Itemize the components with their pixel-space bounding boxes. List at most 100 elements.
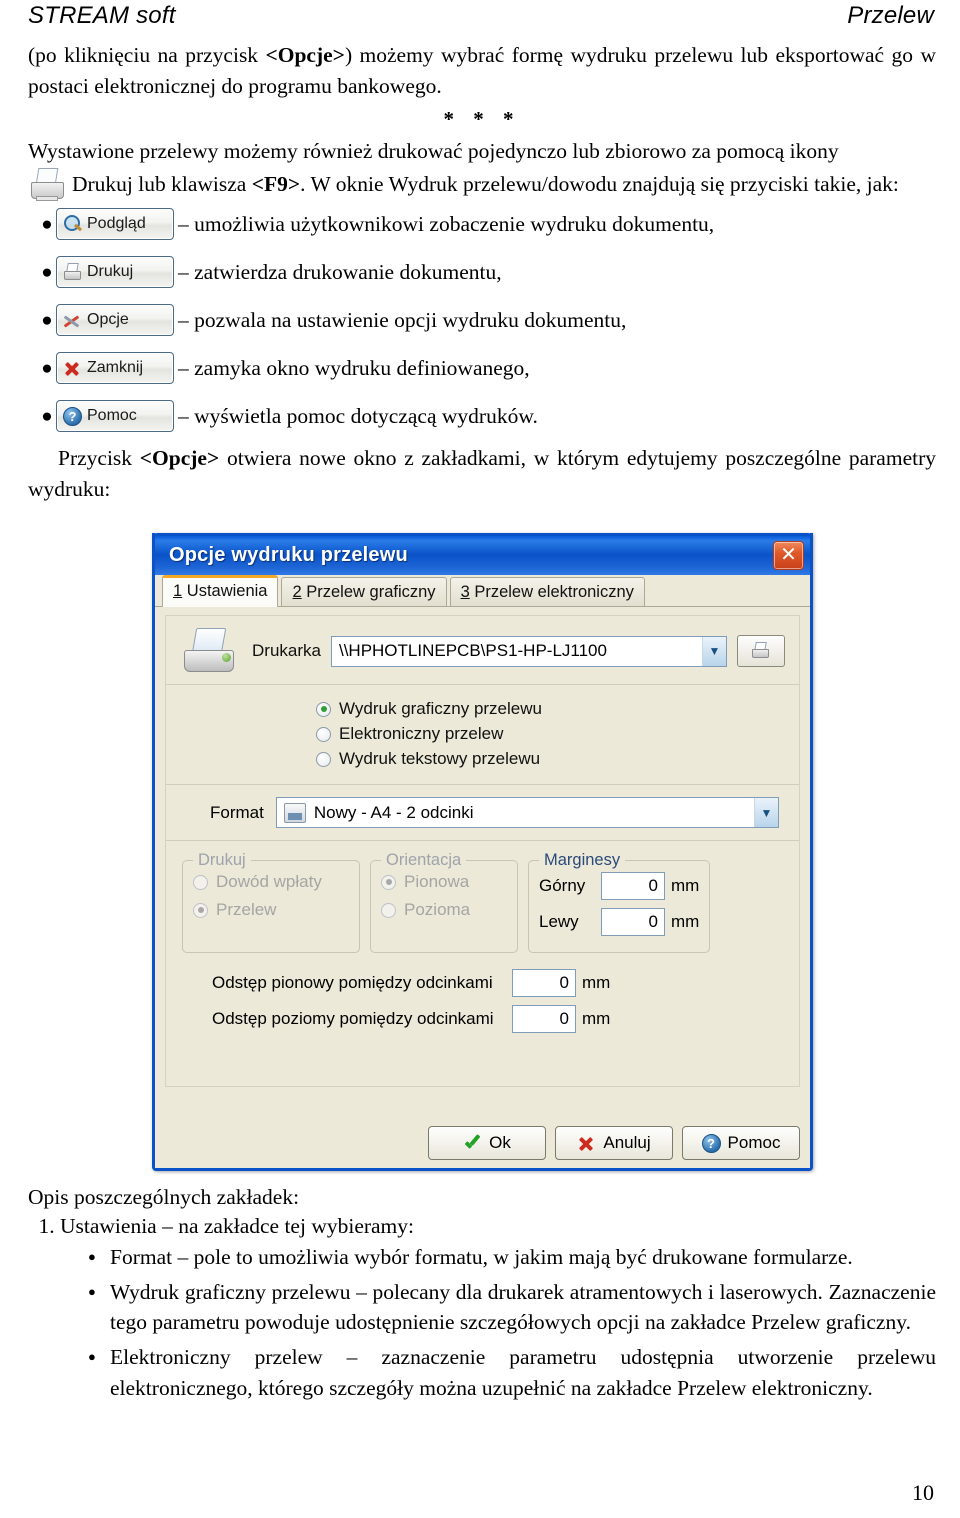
radio-dowod-wplaty-label: Dowód wpłaty [216, 872, 322, 891]
radio-pozioma-label: Pozioma [404, 900, 471, 919]
radio-wydruk-tekstowy[interactable]: Wydruk tekstowy przelewu [316, 749, 799, 769]
dialog-titlebar[interactable]: Opcje wydruku przelewu ✕ [152, 533, 813, 575]
format-document-icon [283, 802, 306, 823]
list-item: Elektroniczny przelew – zaznaczenie para… [88, 1342, 936, 1403]
pomoc-button-label: Pomoc [87, 407, 137, 425]
pomoc-description: – wyświetla pomoc dotyczącą wydruków. [178, 403, 538, 428]
group-orientacja-legend: Orientacja [386, 851, 462, 869]
printer-row: Drukarka \\HPHOTLINEPCB\PS1-HP-LJ1100 ▼ [166, 616, 799, 685]
printer-select-value: \\HPHOTLINEPCB\PS1-HP-LJ1100 [338, 641, 607, 660]
list-item: ● Opcje – pozwala na ustawienie opcji wy… [28, 299, 936, 341]
radio-przelew[interactable]: Przelew [193, 900, 349, 920]
bullet-marker: ● [41, 357, 53, 379]
vertical-spacing-row: Odstęp pionowy pomiędzy odcinkami 0 mm [182, 969, 783, 997]
bullet-marker: ● [41, 405, 53, 427]
pomoc-button[interactable]: ? Pomoc [682, 1126, 800, 1160]
close-icon[interactable]: ✕ [773, 541, 804, 570]
tab-przelew-graficzny[interactable]: 2 Przelew graficzny [281, 577, 447, 606]
format-select[interactable]: Nowy - A4 - 2 odcinki ▼ [275, 797, 779, 828]
document-body: (po kliknięciu na przycisk <Opcje>) może… [28, 40, 936, 505]
printer-settings-button[interactable] [737, 635, 785, 667]
radio-pionowa[interactable]: Pionowa [381, 872, 507, 892]
magnifier-icon [63, 214, 82, 234]
opcje-button-label: Opcje [87, 311, 129, 329]
lower-text-section: Opis poszczególnych zakładek: Ustawienia… [28, 1185, 936, 1408]
opcje-wydruku-dialog: Opcje wydruku przelewu ✕ 1 Ustawienia 2 … [152, 533, 813, 1171]
intro-para1-a: (po kliknięciu na przycisk [28, 43, 266, 67]
zamknij-button-label: Zamknij [87, 359, 144, 377]
ustawienia-item-text: Ustawienia – na zakładce tej wybieramy: [60, 1214, 415, 1238]
chevron-down-icon[interactable]: ▼ [754, 798, 778, 827]
list-item: Ustawienia – na zakładce tej wybieramy: … [60, 1214, 936, 1404]
chevron-down-icon[interactable]: ▼ [702, 636, 726, 666]
radio-wydruk-graficzny[interactable]: Wydruk graficzny przelewu [316, 699, 799, 719]
ok-button-label: Ok [489, 1133, 511, 1152]
pomoc-button[interactable]: ? Pomoc [56, 400, 174, 433]
list-item: ● ? Pomoc – wyświetla pomoc dotyczącą wy… [28, 395, 936, 437]
radio-pozioma[interactable]: Pozioma [381, 900, 507, 920]
radio-indicator [381, 874, 396, 890]
drukuj-button[interactable]: Drukuj [56, 256, 174, 289]
podglad-button[interactable]: Podgląd [56, 208, 174, 241]
help-icon: ? [701, 1133, 721, 1153]
bullet-marker: ● [41, 261, 53, 283]
spacing-settings: Odstęp pionowy pomiędzy odcinkami 0 mm O… [166, 957, 799, 1047]
group-marginesy: Marginesy Górny 0 mm Lewy 0 mm [528, 851, 711, 953]
margin-left-row: Lewy 0 mm [539, 908, 699, 936]
anuluj-button-label: Anuluj [603, 1133, 651, 1152]
settings-sublist: Format – pole to umożliwia wybór formatu… [60, 1242, 936, 1404]
tab-przelew-graficzny-number: 2 [292, 583, 302, 601]
printer-select[interactable]: \\HPHOTLINEPCB\PS1-HP-LJ1100 ▼ [330, 635, 727, 667]
radio-indicator [381, 902, 396, 918]
tab-ustawienia[interactable]: 1 Ustawienia [162, 575, 279, 607]
help-icon: ? [63, 406, 82, 426]
vertical-spacing-input[interactable]: 0 [512, 969, 576, 997]
opcje-keyword-2: <Opcje> [139, 446, 220, 471]
radio-przelew-label: Przelew [216, 900, 277, 919]
margin-top-input[interactable]: 0 [601, 872, 665, 900]
opcje-button[interactable]: Opcje [56, 304, 174, 337]
zamknij-description: – zamyka okno wydruku definiowanego, [178, 355, 530, 380]
margin-left-input[interactable]: 0 [601, 908, 665, 936]
radio-dowod-wplaty[interactable]: Dowód wpłaty [193, 872, 349, 892]
horizontal-spacing-label: Odstęp poziomy pomiędzy odcinkami [212, 1009, 494, 1028]
anuluj-button[interactable]: Anuluj [555, 1126, 673, 1160]
group-drukuj-legend: Drukuj [198, 851, 246, 869]
opcje-keyword: <Opcje> [265, 43, 345, 67]
opcje-description: – pozwala na ustawienie opcji wydruku do… [178, 307, 627, 332]
ok-button[interactable]: Ok [428, 1126, 546, 1160]
intro-paragraph-2: Wystawione przelewy możemy również druko… [28, 136, 936, 167]
format-select-value: Nowy - A4 - 2 odcinki [313, 802, 474, 822]
dialog-tab-panel: Drukarka \\HPHOTLINEPCB\PS1-HP-LJ1100 ▼ … [155, 607, 810, 1168]
margin-top-unit: mm [671, 876, 700, 895]
dialog-footer: Ok Anuluj ? Pomoc [165, 1126, 800, 1160]
radio-indicator [316, 701, 331, 717]
tab-przelew-elektroniczny[interactable]: 3 Przelew elektroniczny [449, 577, 645, 606]
margin-left-unit: mm [671, 912, 700, 931]
header-left-title: STREAM soft [28, 2, 176, 29]
horizontal-spacing-input[interactable]: 0 [512, 1005, 576, 1033]
header-right-title: Przelew [847, 2, 934, 29]
radio-indicator [193, 874, 208, 890]
button-description-list: ● Podgląd – umożliwia użytkownikowi zoba… [28, 203, 936, 437]
green-check-icon [463, 1134, 482, 1153]
margin-top-row: Górny 0 mm [539, 872, 699, 900]
f9-key: <F9> [251, 172, 301, 197]
podglad-description: – umożliwia użytkownikowi zobaczenie wyd… [178, 211, 715, 236]
podglad-button-label: Podgląd [87, 215, 146, 233]
horizontal-spacing-row: Odstęp poziomy pomiędzy odcinkami 0 mm [182, 1005, 783, 1033]
radio-elektroniczny-przelew[interactable]: Elektroniczny przelew [316, 724, 799, 744]
bullet-marker: ● [41, 213, 53, 235]
intro-para2-a: Wystawione przelewy możemy również druko… [28, 139, 839, 164]
radio-wydruk-graficzny-label: Wydruk graficzny przelewu [339, 699, 542, 718]
pomoc-button-label: Pomoc [727, 1133, 781, 1152]
zamknij-button[interactable]: Zamknij [56, 352, 174, 385]
settings-panel: Drukarka \\HPHOTLINEPCB\PS1-HP-LJ1100 ▼ … [165, 615, 800, 1087]
vertical-spacing-unit: mm [582, 973, 611, 992]
horizontal-spacing-unit: mm [582, 1009, 611, 1028]
page-number: 10 [912, 1480, 934, 1505]
list-item: ● Drukuj – zatwierdza drukowanie dokumen… [28, 251, 936, 293]
tab-ustawienia-label: Ustawienia [182, 582, 268, 600]
group-drukuj: Drukuj Dowód wpłaty Przelew [182, 851, 360, 953]
intro-paragraph-3: Drukuj lub klawisza <F9>. W oknie Wydruk… [28, 167, 936, 202]
